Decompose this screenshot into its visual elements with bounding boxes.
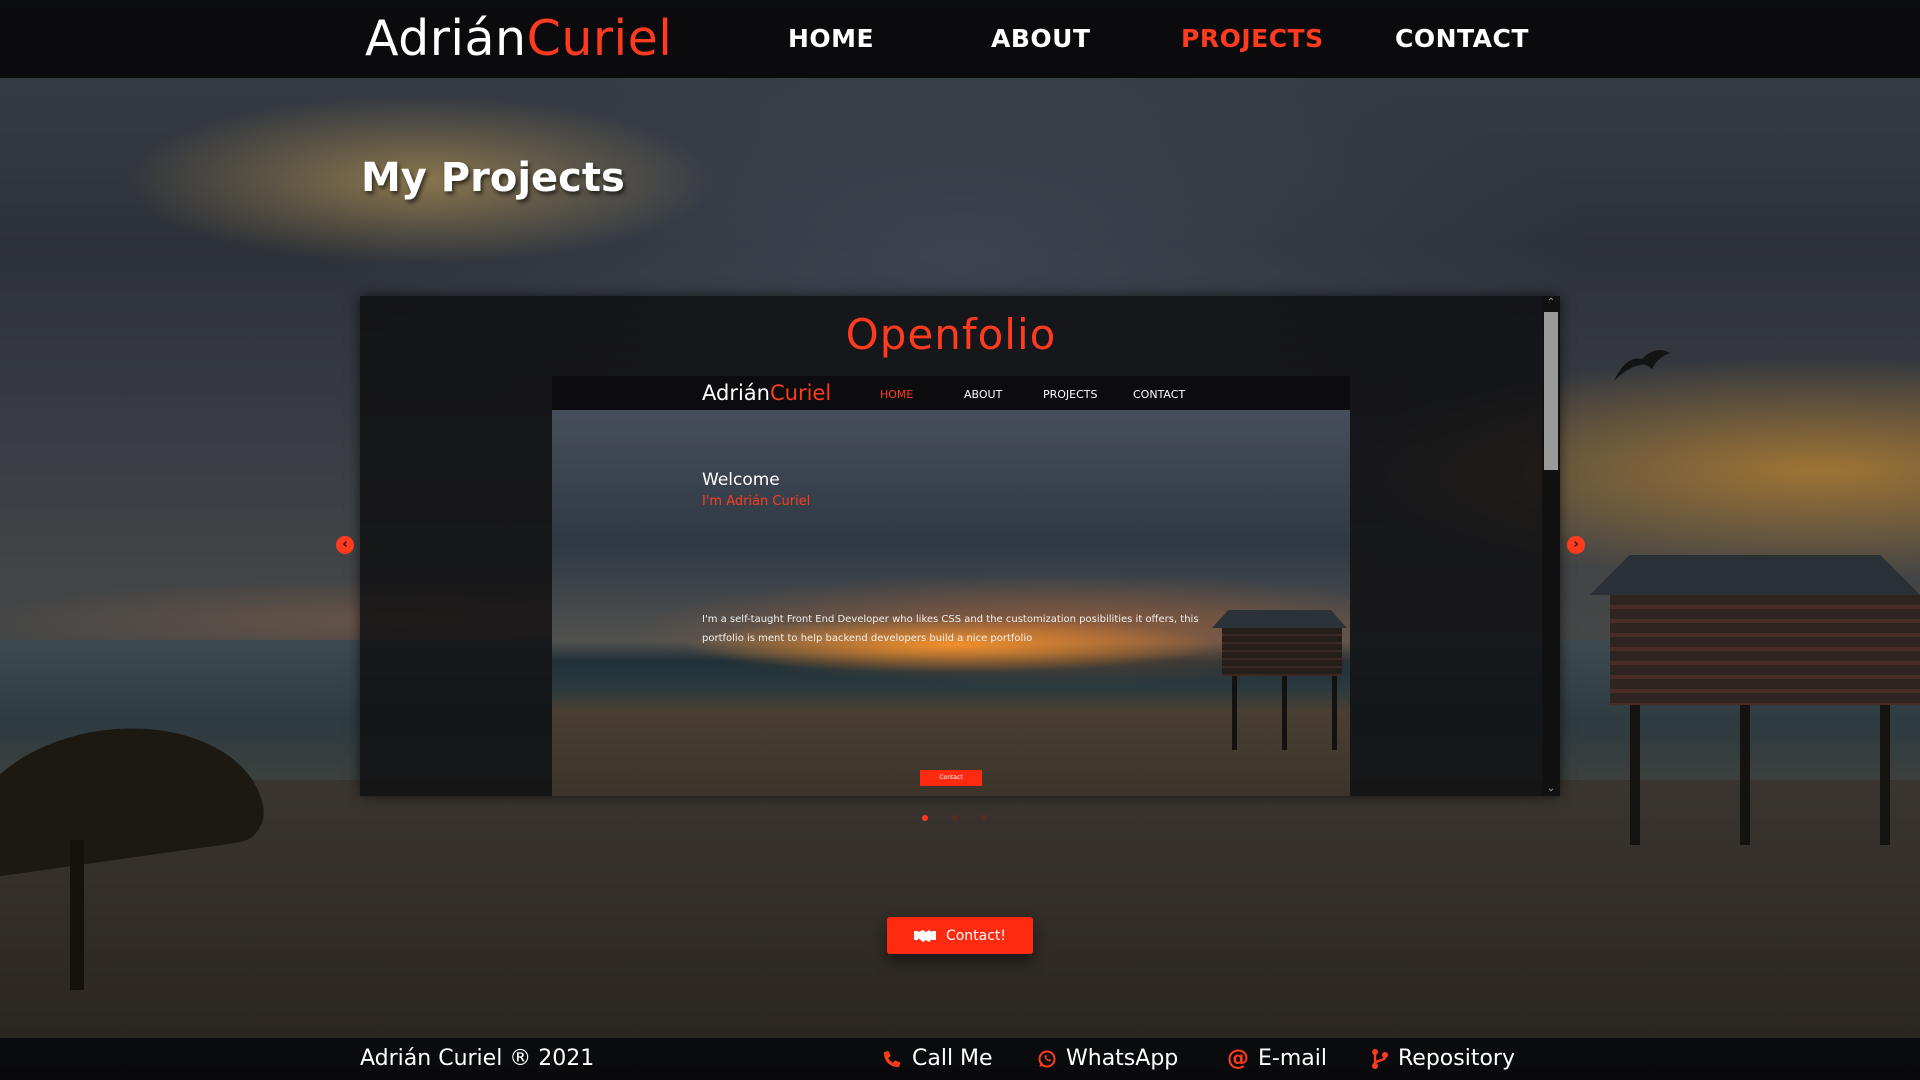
seagull-silhouette [1614,350,1670,381]
carousel-next-button[interactable]: › [1567,536,1585,554]
carousel-prev-button[interactable]: ‹ [336,536,354,554]
project-carousel: Openfolio AdriánCuriel HOME ABOUT PROJEC… [360,296,1560,796]
call-me-label: Call Me [912,1046,993,1071]
lifeguard-tower [1590,555,1920,845]
copyright-text: Adrián Curiel ® 2021 [360,1046,595,1071]
repository-link[interactable]: Repository [1371,1046,1515,1071]
logo-first-name: Adrián [365,10,527,67]
preview-background: Welcome I'm Adrián Curiel I'm a self-tau… [552,410,1350,796]
preview-navbar: AdriánCuriel HOME ABOUT PROJECTS CONTACT [552,376,1350,410]
git-branch-icon [1371,1048,1389,1070]
scroll-up-icon[interactable]: ⌃ [1545,297,1557,309]
phone-icon [881,1048,903,1070]
logo-last-name: Curiel [526,10,673,67]
carousel-scrollbar[interactable]: ⌃ ⌄ [1542,296,1560,796]
site-logo[interactable]: AdriánCuriel [365,10,672,67]
preview-contact-button: Contact [920,770,982,786]
contact-button-label: Contact! [945,927,1007,944]
preview-nav-contact: CONTACT [1133,388,1186,401]
scrollbar-thumb[interactable] [1544,312,1558,470]
project-title: Openfolio [845,310,1057,359]
palapa-pole [70,840,84,990]
whatsapp-link[interactable]: WhatsApp [1037,1046,1178,1071]
preview-logo: AdriánCuriel [702,381,832,405]
chevron-left-icon: ‹ [342,537,348,552]
call-me-link[interactable]: Call Me [881,1046,993,1071]
repository-label: Repository [1398,1046,1515,1071]
footer: Adrián Curiel ® 2021 Call Me WhatsApp @ … [0,1038,1920,1080]
at-icon: @ [1227,1046,1249,1071]
nav-contact[interactable]: CONTACT [1395,24,1529,53]
preview-nav-home: HOME [880,388,914,401]
scroll-down-icon[interactable]: ⌄ [1545,783,1557,795]
email-link[interactable]: @ E-mail [1227,1046,1327,1071]
project-preview-image[interactable]: AdriánCuriel HOME ABOUT PROJECTS CONTACT… [552,376,1350,796]
preview-nav-about: ABOUT [964,388,1003,401]
contact-button[interactable]: Contact! [887,917,1033,954]
whatsapp-icon [1037,1049,1057,1069]
preview-description: I'm a self-taught Front End Developer wh… [702,614,1199,644]
chevron-right-icon: › [1573,537,1579,552]
top-navbar: AdriánCuriel HOME ABOUT PROJECTS CONTACT [0,0,1920,78]
nav-projects[interactable]: PROJECTS [1181,24,1324,53]
preview-name: I'm Adrián Curiel [702,494,811,509]
nav-about[interactable]: ABOUT [991,24,1091,53]
page-title: My Projects [361,155,625,201]
preview-welcome: Welcome [702,470,780,490]
email-label: E-mail [1258,1046,1327,1071]
handshake-icon [913,929,936,942]
preview-lifeguard-tower [1212,610,1347,750]
carousel-dot-3[interactable] [981,815,987,821]
carousel-dot-1[interactable] [922,815,928,821]
nav-home[interactable]: HOME [788,24,874,53]
carousel-dot-2[interactable] [952,815,958,821]
preview-nav-projects: PROJECTS [1043,388,1098,401]
whatsapp-label: WhatsApp [1066,1046,1179,1071]
